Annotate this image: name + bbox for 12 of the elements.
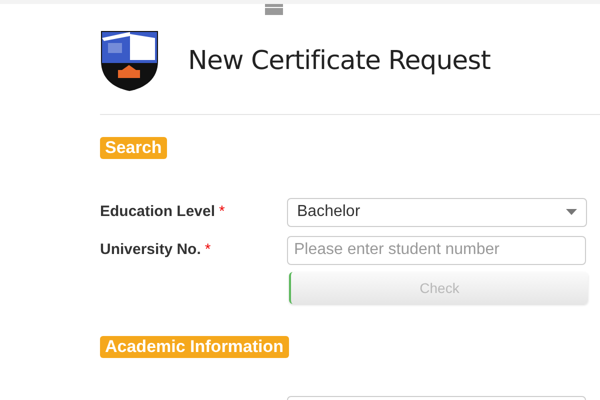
section-heading: Academic Information	[100, 336, 289, 358]
required-mark: *	[219, 202, 225, 222]
page-title: New Certificate Request	[188, 44, 490, 78]
field-label: Education Level	[100, 202, 216, 222]
education-level-select[interactable]: Bachelor	[287, 198, 587, 226]
crest-logo-icon	[100, 30, 159, 92]
field-label: University No.	[100, 240, 201, 260]
drag-handle-icon[interactable]	[265, 4, 283, 15]
dropdown-caret-icon	[566, 209, 577, 215]
required-mark: *	[204, 240, 211, 260]
section-heading: Search	[100, 137, 167, 159]
input-field[interactable]: Please enter student number	[287, 236, 586, 264]
